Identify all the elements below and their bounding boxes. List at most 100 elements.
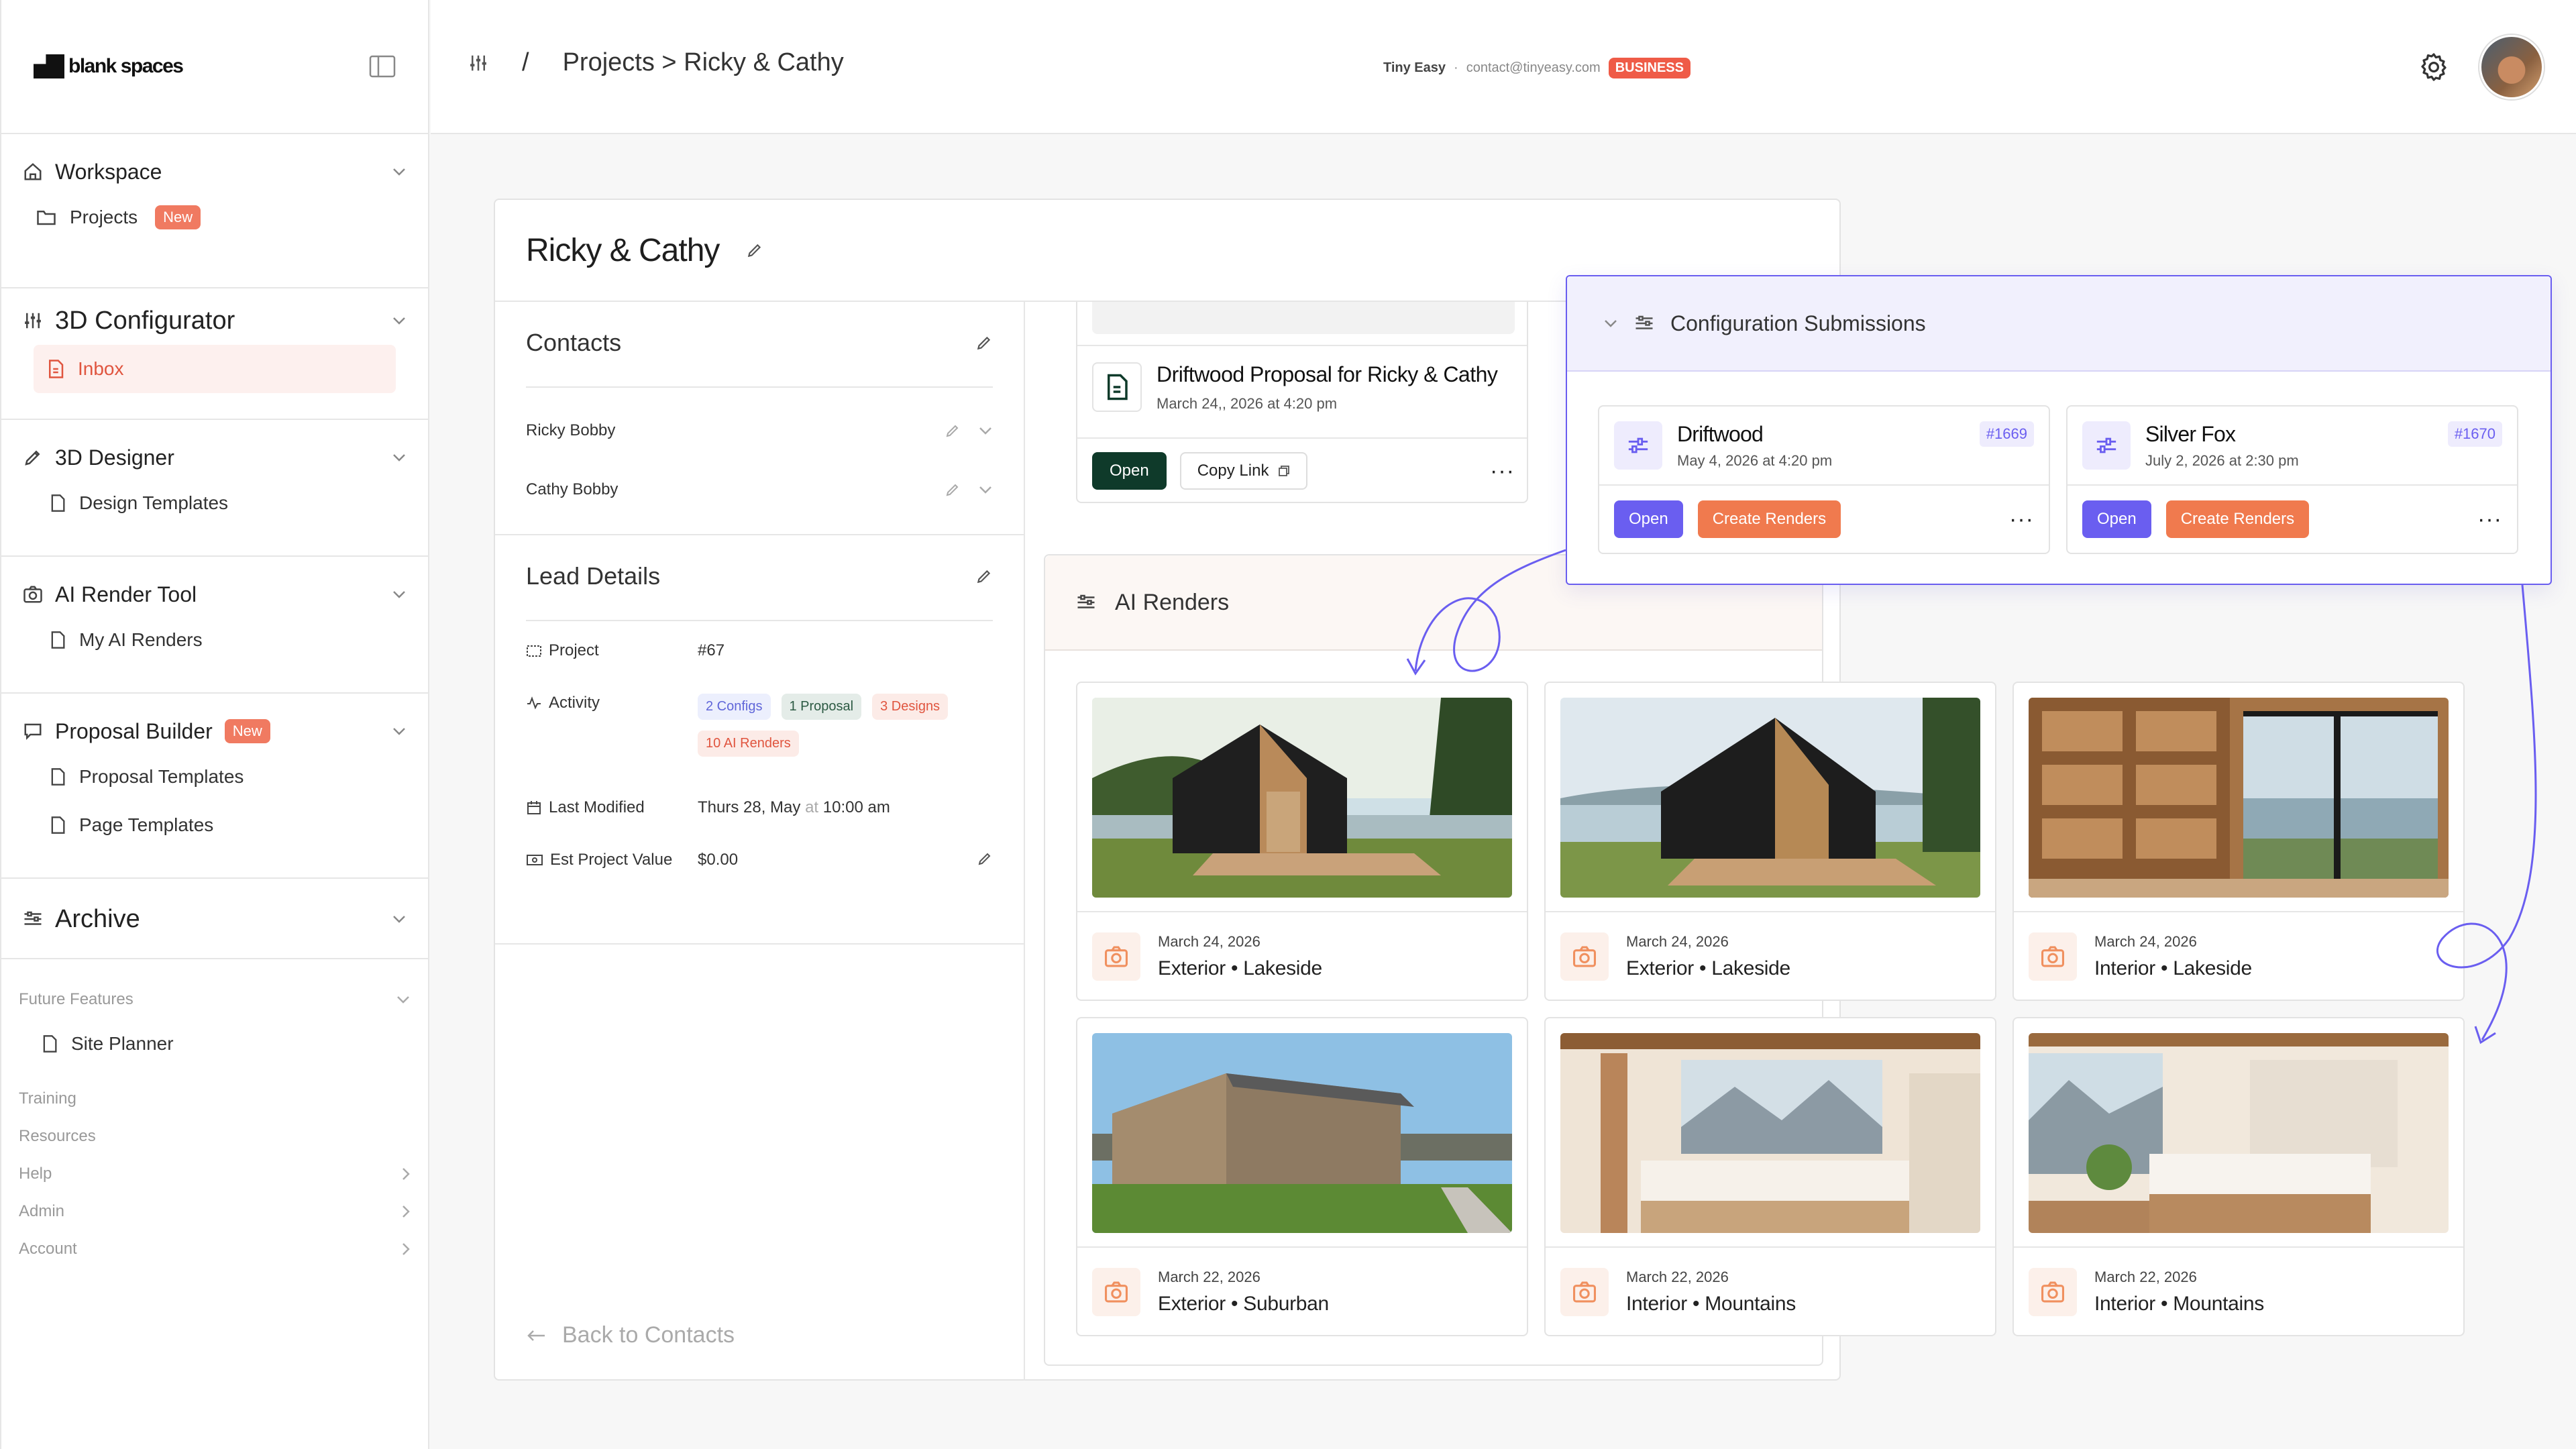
sliders-icon — [23, 311, 43, 331]
link-label: Training — [19, 1089, 76, 1108]
future-features-header[interactable]: Future Features — [19, 981, 411, 1018]
edit-icon[interactable] — [746, 241, 763, 259]
gear-icon[interactable] — [2418, 51, 2450, 83]
lead-label: Last Modified — [549, 798, 645, 816]
sidebar-link-training[interactable]: Training — [19, 1080, 411, 1118]
render-image-interior-mountains[interactable] — [2029, 1033, 2449, 1233]
sidebar-item-projects[interactable]: Projects New — [20, 193, 409, 241]
edit-icon[interactable] — [975, 568, 993, 585]
render-image-exterior-lakeside[interactable] — [1560, 698, 1980, 898]
submission-name[interactable]: Silver Fox — [2145, 422, 2299, 447]
sidebar-item-proposal-templates[interactable]: Proposal Templates — [20, 753, 409, 801]
render-tile[interactable]: March 24, 2026 Interior • Lakeside — [2012, 682, 2465, 1001]
render-tile[interactable]: March 24, 2026 Exterior • Lakeside — [1544, 682, 1996, 1001]
inbox-icon — [47, 359, 64, 379]
sidebar-link-resources[interactable]: Resources — [19, 1118, 411, 1155]
create-renders-button[interactable]: Create Renders — [2165, 500, 2310, 538]
render-image-interior-mountains[interactable] — [1560, 1033, 1980, 1233]
render-name: Interior • Mountains — [1626, 1293, 1796, 1315]
chevron-down-icon[interactable] — [392, 453, 407, 462]
camera-icon — [1560, 1268, 1609, 1316]
more-options-icon[interactable]: ··· — [1490, 460, 1515, 482]
nav-head-proposal-builder[interactable]: Proposal Builder New — [20, 710, 409, 753]
open-submission-button[interactable]: Open — [2082, 500, 2151, 538]
submission-name[interactable]: Driftwood — [1677, 422, 1832, 447]
chevron-down-icon[interactable] — [392, 727, 407, 736]
chip-designs[interactable]: 3 Designs — [872, 694, 949, 720]
render-image-exterior-lakeside[interactable] — [1092, 698, 1512, 898]
modified-at: at — [805, 798, 819, 816]
previous-card-stub — [1092, 302, 1515, 334]
chevron-down-icon[interactable] — [392, 316, 407, 325]
topbar: / Projects > Ricky & Cathy Tiny Easy · c… — [431, 0, 2576, 134]
sidebar-item-design-templates[interactable]: Design Templates — [20, 479, 409, 527]
nav-head-workspace[interactable]: Workspace — [20, 150, 409, 193]
chevron-down-icon[interactable] — [392, 914, 407, 924]
chip-configs[interactable]: 2 Configs — [698, 694, 771, 720]
render-tile[interactable]: March 22, 2026 Interior • Mountains — [1544, 1017, 1996, 1336]
chip-proposal[interactable]: 1 Proposal — [781, 694, 862, 720]
chevron-down-icon[interactable] — [396, 995, 411, 1004]
open-submission-button[interactable]: Open — [1614, 500, 1683, 538]
chip-renders[interactable]: 10 AI Renders — [698, 731, 799, 757]
file-icon — [42, 1034, 58, 1053]
sidebar-item-site-planner[interactable]: Site Planner — [19, 1018, 411, 1069]
contacts-title: Contacts — [526, 329, 622, 356]
nav-section-workspace: Workspace Projects New — [1, 134, 428, 288]
copy-link-button[interactable]: Copy Link — [1179, 452, 1308, 490]
nav-head-configurator[interactable]: 3D Configurator — [20, 299, 409, 342]
breadcrumb-path[interactable]: Projects > Ricky & Cathy — [563, 48, 844, 77]
link-label: Account — [19, 1240, 77, 1258]
sidebar-link-account[interactable]: Account — [19, 1230, 411, 1268]
edit-icon[interactable] — [975, 334, 993, 352]
chevron-down-icon[interactable] — [978, 482, 993, 498]
new-badge: New — [155, 205, 201, 229]
open-proposal-button[interactable]: Open — [1092, 452, 1167, 490]
contact-row[interactable]: Cathy Bobby — [526, 460, 993, 519]
nav-head-designer[interactable]: 3D Designer — [20, 436, 409, 479]
contact-row[interactable]: Ricky Bobby — [526, 401, 993, 460]
brand-logo-text: blank spaces — [68, 55, 184, 77]
sidebar-item-page-templates[interactable]: Page Templates — [20, 801, 409, 849]
chevron-down-icon[interactable] — [1603, 319, 1618, 328]
more-options-icon[interactable]: ··· — [2477, 508, 2502, 531]
chevron-down-icon[interactable] — [392, 167, 407, 176]
submission-actions: Open Create Renders ··· — [2068, 486, 2517, 553]
proposal-title[interactable]: Driftwood Proposal for Ricky & Cathy — [1157, 362, 1498, 387]
camera-icon — [2029, 1268, 2077, 1316]
link-label: Help — [19, 1165, 52, 1183]
sidebar-link-admin[interactable]: Admin — [19, 1193, 411, 1230]
project-icon — [526, 643, 542, 658]
render-date: March 22, 2026 — [1626, 1269, 1729, 1285]
more-options-icon[interactable]: ··· — [2009, 508, 2034, 531]
proposal-date: March 24,, 2026 at 4:20 pm — [1157, 395, 1338, 412]
edit-icon[interactable] — [977, 851, 993, 867]
render-meta: March 24, 2026 Exterior • Lakeside — [1077, 911, 1527, 1001]
render-meta: March 24, 2026 Interior • Lakeside — [2014, 911, 2463, 1001]
sidebar-item-inbox[interactable]: Inbox — [34, 345, 396, 393]
sidebar-toggle-icon[interactable] — [369, 55, 396, 78]
render-tile[interactable]: March 24, 2026 Exterior • Lakeside — [1076, 682, 1528, 1001]
render-tile[interactable]: March 22, 2026 Interior • Mountains — [2012, 1017, 2465, 1336]
nav-head-ai-render[interactable]: AI Render Tool — [20, 573, 409, 616]
back-to-contacts-link[interactable]: Back to Contacts — [526, 1322, 735, 1348]
sliders-icon[interactable] — [468, 53, 488, 73]
nav-head-archive[interactable]: Archive — [20, 898, 409, 941]
proposal-actions: Open Copy Link ··· — [1092, 452, 1515, 490]
nav-head-label: 3D Configurator — [55, 306, 235, 335]
camera-icon — [1560, 932, 1609, 981]
sidebar-link-help[interactable]: Help — [19, 1155, 411, 1193]
render-tile[interactable]: March 22, 2026 Exterior • Suburban — [1076, 1017, 1528, 1336]
edit-icon[interactable] — [945, 482, 961, 498]
avatar[interactable] — [2479, 35, 2544, 99]
lead-label: Project — [549, 641, 599, 659]
chevron-down-icon[interactable] — [978, 423, 993, 439]
create-renders-button[interactable]: Create Renders — [1697, 500, 1841, 538]
render-image-interior-lakeside[interactable] — [2029, 698, 2449, 898]
render-image-exterior-suburban[interactable] — [1092, 1033, 1512, 1233]
lead-value: #67 — [698, 641, 725, 659]
sidebar-item-my-ai-renders[interactable]: My AI Renders — [20, 616, 409, 664]
brand-logo[interactable]: blank spaces — [34, 54, 184, 78]
edit-icon[interactable] — [945, 423, 961, 439]
chevron-down-icon[interactable] — [392, 590, 407, 599]
